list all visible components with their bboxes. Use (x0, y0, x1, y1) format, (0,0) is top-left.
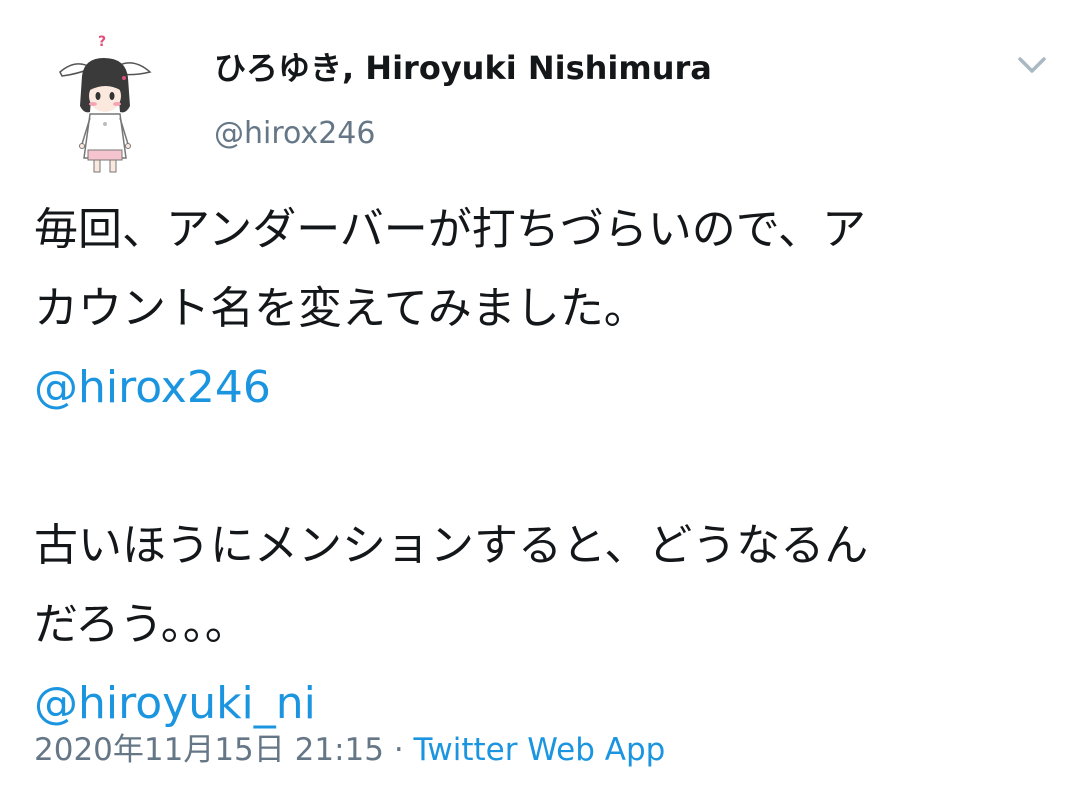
tweet-menu-button[interactable] (1014, 50, 1050, 80)
mention-link[interactable]: @hirox246 (34, 348, 1054, 427)
tweet-text-line: 毎回、アンダーバーが打ちづらいので、ア (34, 204, 867, 255)
user-avatar[interactable]: ? (48, 28, 160, 178)
tweet-text-line: だろう。。。 (34, 599, 249, 650)
user-handle[interactable]: @hirox246 (214, 114, 375, 154)
tweet-text-line: カウント名を変えてみました。 (34, 283, 648, 334)
tweet-text-line: 古いほうにメンションすると、どうなるん (34, 520, 869, 571)
svg-text:?: ? (98, 34, 106, 50)
tweet-timestamp[interactable]: 2020年11月15日 21:15 (34, 732, 384, 768)
meta-separator: · (383, 732, 414, 768)
display-name[interactable]: ひろゆき, Hiroyuki Nishimura (214, 48, 712, 88)
tweet-card: ? ひろゆき, Hiroyuki Nishimura @hirox246 毎回、… (0, 0, 1079, 798)
tweet-meta: 2020年11月15日 21:15 · Twitter Web App (34, 728, 665, 772)
tweet-source-link[interactable]: Twitter Web App (414, 732, 666, 768)
tweet-text: 毎回、アンダーバーが打ちづらいので、ア カウント名を変えてみました。 @hiro… (34, 190, 1054, 743)
chevron-down-icon (1018, 57, 1046, 73)
character-avatar-icon: ? (59, 34, 152, 173)
